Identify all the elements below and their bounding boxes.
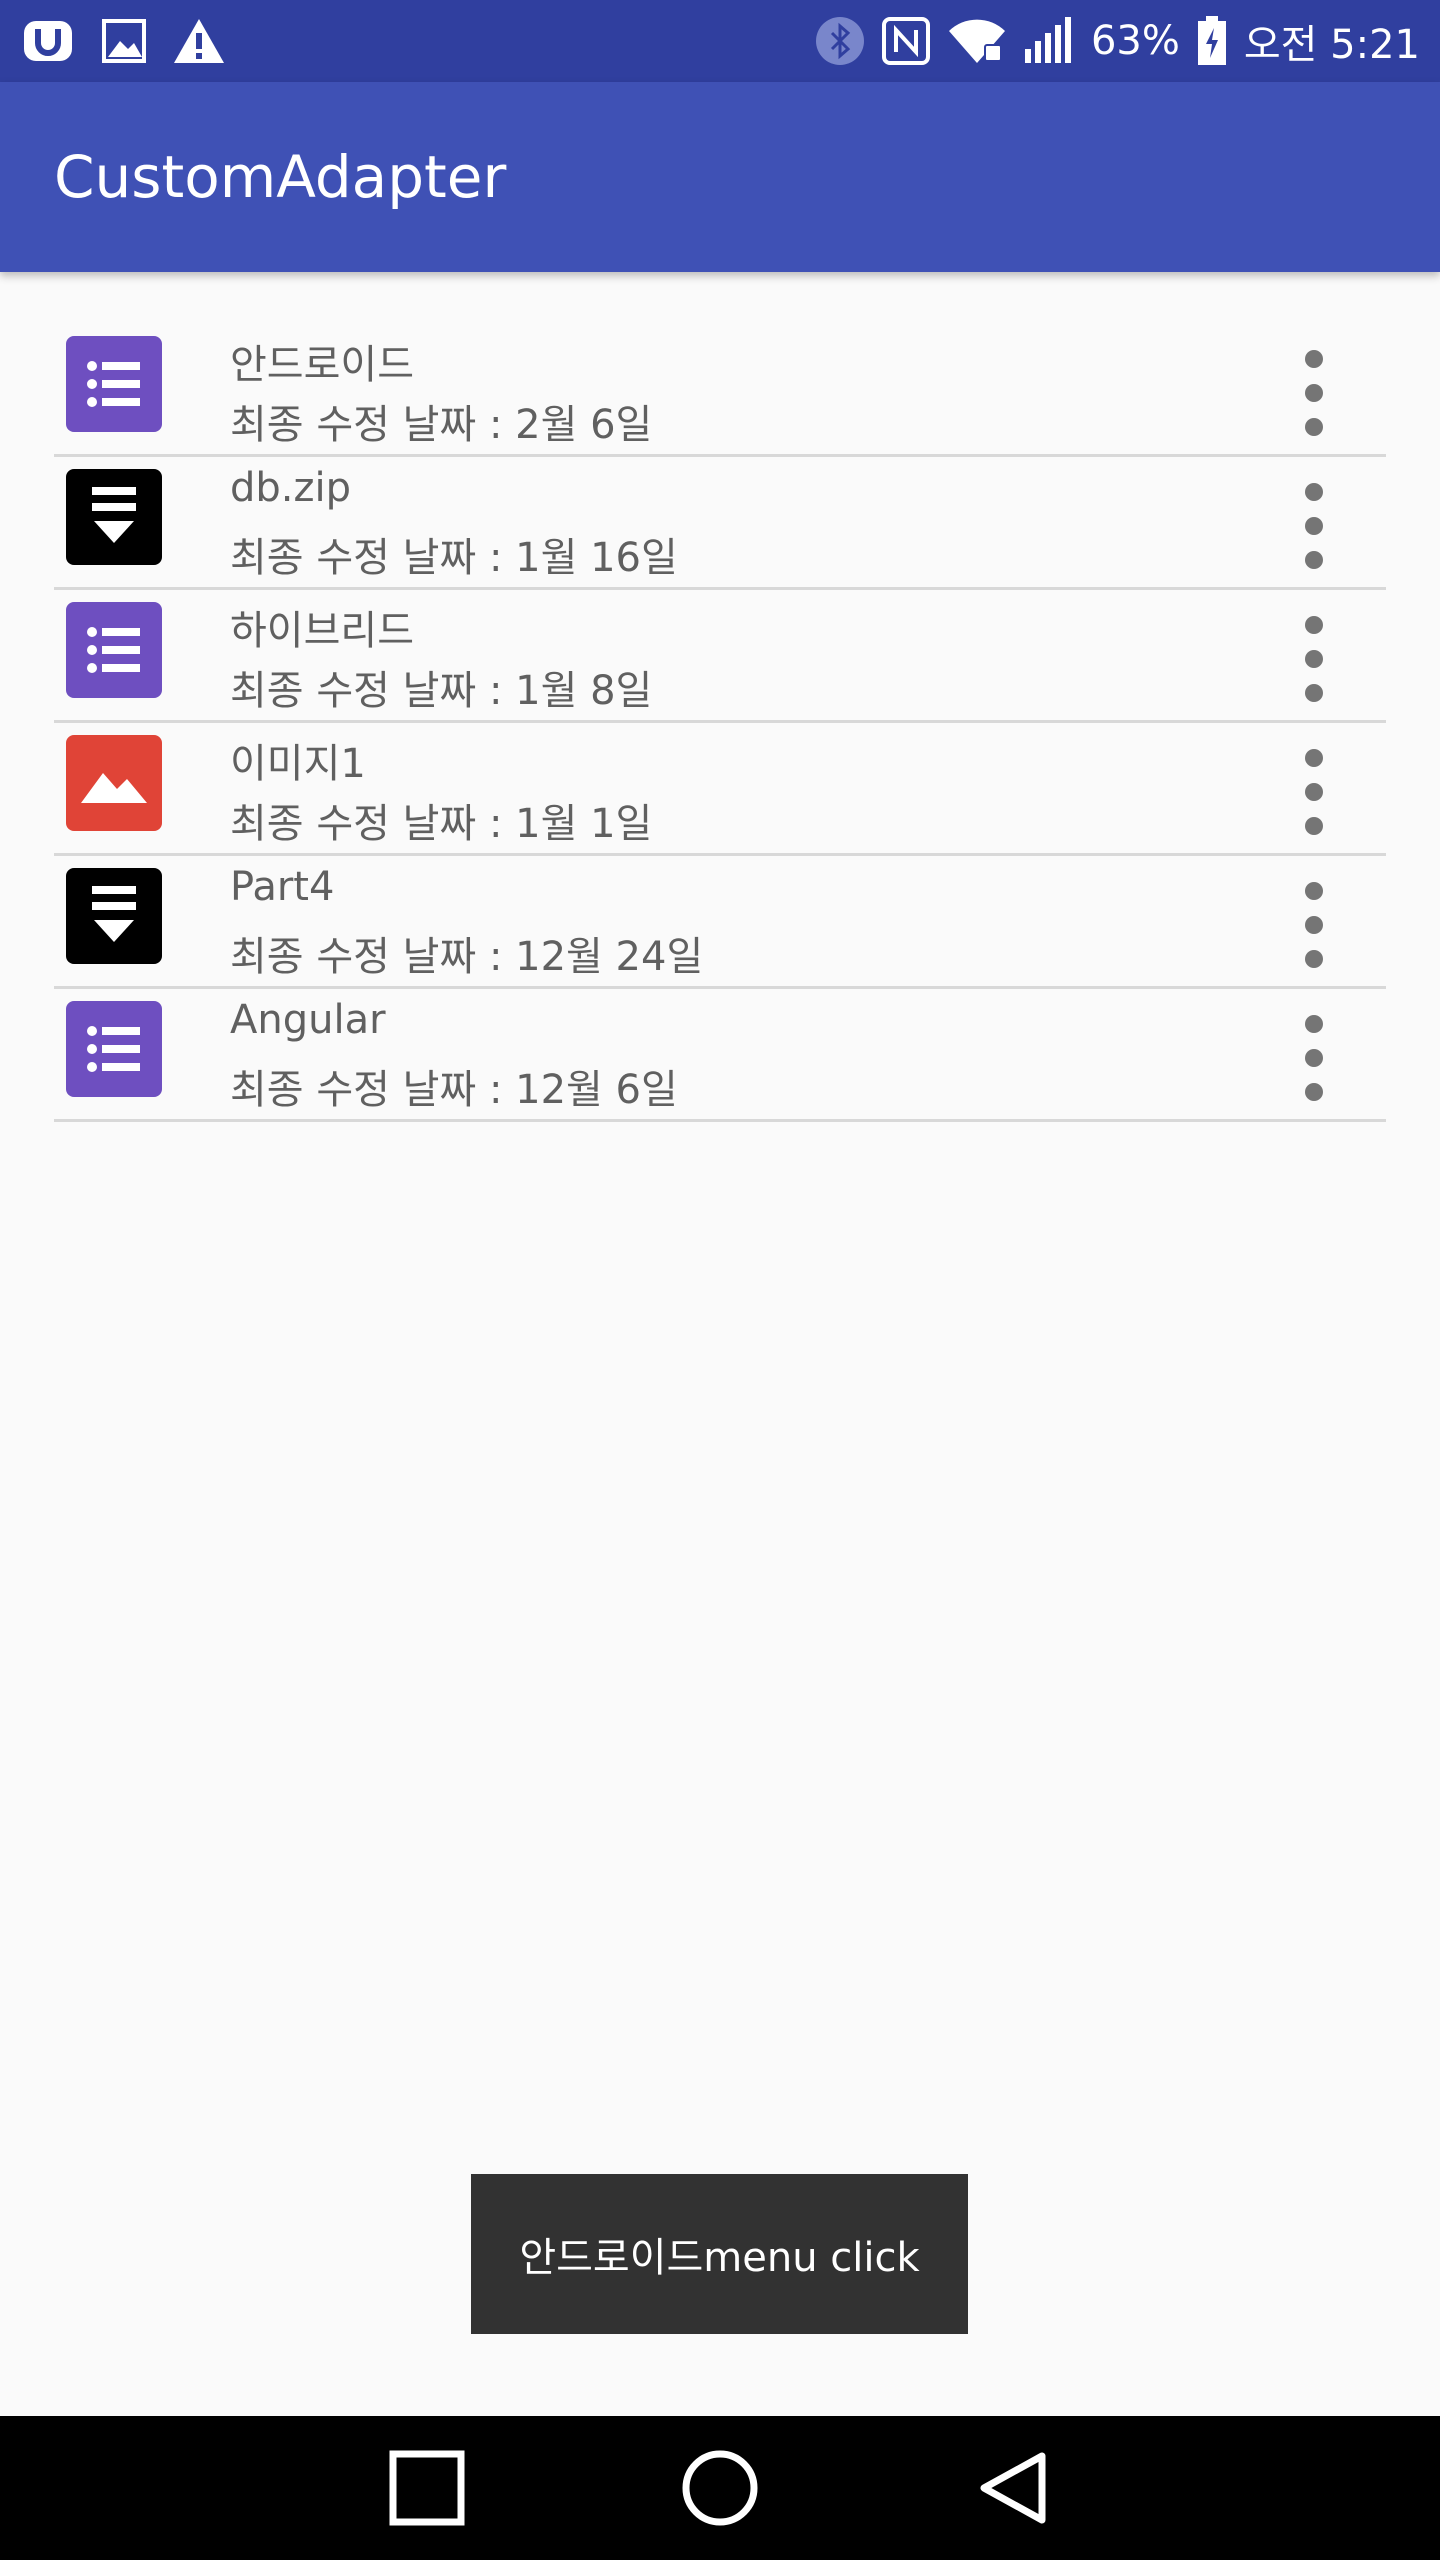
toast-text: 안드로이드menu click (519, 2235, 920, 2281)
document-list-icon (66, 1001, 162, 1097)
item-subtitle: 최종 수정 날짜 : 1월 16일 (230, 535, 678, 581)
wifi-icon (947, 17, 1007, 65)
clock: 오전 5:21 (1243, 22, 1420, 68)
list-item[interactable]: Part4 최종 수정 날짜 : 12월 24일 (54, 856, 1386, 989)
document-list-icon (66, 336, 162, 432)
bluetooth-icon (815, 16, 865, 66)
battery-percent: 63% (1090, 18, 1180, 64)
item-subtitle: 최종 수정 날짜 : 12월 24일 (230, 934, 704, 980)
item-subtitle: 최종 수정 날짜 : 12월 6일 (230, 1067, 678, 1113)
item-title: 이미지1 (230, 741, 366, 787)
list-item[interactable]: db.zip 최종 수정 날짜 : 1월 16일 (54, 457, 1386, 590)
nfc-icon (881, 16, 931, 66)
list-item[interactable]: 안드로이드 최종 수정 날짜 : 2월 6일 (54, 324, 1386, 457)
more-vert-icon[interactable] (1294, 1013, 1334, 1103)
app-title: CustomAdapter (54, 143, 507, 211)
item-subtitle: 최종 수정 날짜 : 1월 8일 (230, 668, 653, 714)
item-title: 안드로이드 (230, 342, 414, 388)
item-subtitle: 최종 수정 날짜 : 2월 6일 (230, 402, 653, 448)
app-u-icon (20, 17, 76, 65)
more-vert-icon[interactable] (1294, 747, 1334, 837)
gallery-icon (100, 17, 148, 65)
status-bar: 63% 오전 5:21 (0, 0, 1440, 82)
more-vert-icon[interactable] (1294, 481, 1334, 571)
back-triangle-icon[interactable] (963, 2438, 1063, 2538)
list-item[interactable]: 이미지1 최종 수정 날짜 : 1월 1일 (54, 723, 1386, 856)
app-bar: CustomAdapter (0, 82, 1440, 272)
more-vert-icon[interactable] (1294, 614, 1334, 704)
recents-square-icon[interactable] (377, 2438, 477, 2538)
more-vert-icon[interactable] (1294, 880, 1334, 970)
item-title: Part4 (230, 864, 335, 910)
toast-message: 안드로이드menu click (471, 2174, 968, 2334)
list-item[interactable]: 하이브리드 최종 수정 날짜 : 1월 8일 (54, 590, 1386, 723)
status-bar-left (20, 17, 226, 65)
battery-icon (1196, 16, 1228, 66)
item-subtitle: 최종 수정 날짜 : 1월 1일 (230, 801, 653, 847)
item-title: 하이브리드 (230, 608, 414, 654)
item-title: db.zip (230, 465, 351, 511)
item-title: Angular (230, 997, 386, 1043)
home-circle-icon[interactable] (670, 2438, 770, 2538)
document-list-icon (66, 602, 162, 698)
navigation-bar (0, 2416, 1440, 2560)
status-bar-right: 63% 오전 5:21 (815, 12, 1420, 70)
more-vert-icon[interactable] (1294, 348, 1334, 438)
list-item[interactable]: Angular 최종 수정 날짜 : 12월 6일 (54, 989, 1386, 1122)
archive-download-icon (66, 469, 162, 565)
warning-icon (172, 17, 226, 65)
image-icon (66, 735, 162, 831)
signal-icon (1023, 17, 1075, 65)
file-list: 안드로이드 최종 수정 날짜 : 2월 6일 db.zip 최종 수정 날짜 :… (54, 324, 1386, 1122)
archive-download-icon (66, 868, 162, 964)
